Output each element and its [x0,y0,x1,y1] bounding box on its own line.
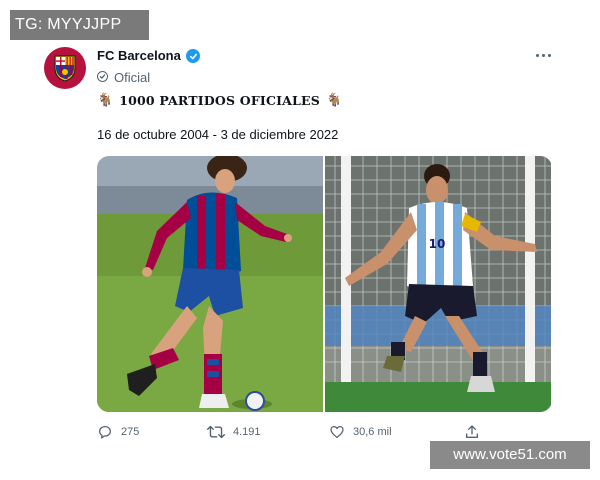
telegram-overlay-label: TG: MYYJJPP [10,10,149,40]
reply-button[interactable]: 275 [97,424,139,440]
share-icon [466,425,478,438]
verified-badge-icon [186,49,200,63]
tweet-dates-text: 16 de octubre 2004 - 3 de diciembre 2022 [97,127,339,142]
reply-count: 275 [121,426,140,438]
share-button[interactable] [464,424,480,440]
media-photo-argentina[interactable]: 10 [325,156,551,412]
more-options-icon[interactable] [536,50,554,60]
retweet-count: 4.191 [233,426,261,438]
heart-icon [330,426,344,438]
tweet-media-grid[interactable]: 10 [97,156,552,412]
headline-text: 1000 PARTIDOS OFICIALES [119,92,320,108]
goat-emoji-left: 🐐 [97,92,114,107]
avatar[interactable] [44,47,86,89]
affiliation-label: Oficial [114,70,151,85]
retweet-icon [207,425,225,439]
tweet-headline: 🐐 1000 PARTIDOS OFICIALES 🐐 [97,91,342,109]
like-count: 30,6 mil [353,426,392,438]
retweet-button[interactable]: 4.191 [207,424,261,440]
tweet-action-bar: 275 4.191 30,6 mil [97,424,497,442]
author-name[interactable]: FC Barcelona [97,48,181,63]
media-photo-barcelona[interactable] [97,156,323,412]
reply-icon [99,426,111,439]
like-button[interactable]: 30,6 mil [329,424,392,440]
affiliation-check-icon [97,71,108,82]
fc-barcelona-crest-icon [54,55,76,82]
goat-emoji-right: 🐐 [326,92,343,107]
svg-text:10: 10 [429,237,446,251]
website-watermark: www.vote51.com [430,441,590,469]
